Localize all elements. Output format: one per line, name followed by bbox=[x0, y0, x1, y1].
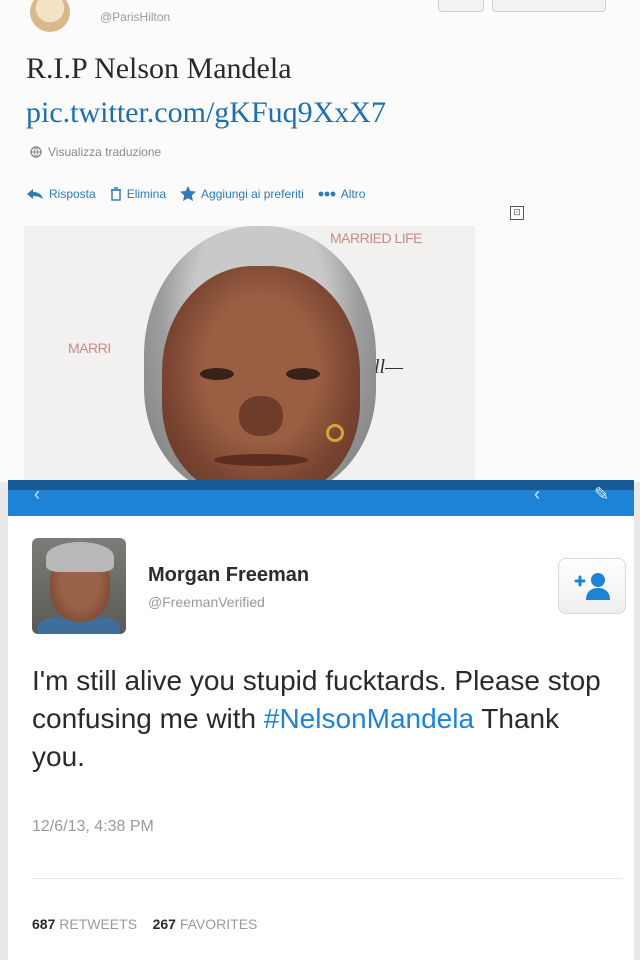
favorite-label: Aggiungi ai preferiti bbox=[201, 186, 304, 201]
user-name[interactable]: Morgan Freeman bbox=[148, 564, 309, 587]
more-label: Altro bbox=[340, 186, 366, 201]
favorites-label: FAVORITES bbox=[179, 916, 258, 932]
favorites-stat[interactable]: 267 FAVORITES bbox=[153, 916, 258, 932]
favorite-button[interactable]: Aggiungi ai preferiti bbox=[180, 186, 304, 201]
earring-icon bbox=[326, 424, 344, 442]
portrait-face bbox=[162, 266, 360, 482]
avatar-hair bbox=[46, 542, 114, 572]
reply-button[interactable]: Risposta bbox=[26, 187, 96, 201]
freeman-tweet: Morgan Freeman @FreemanVerified I'm stil… bbox=[8, 516, 634, 960]
bar-shadow bbox=[8, 480, 634, 490]
retweets-label: RETWEETS bbox=[59, 916, 138, 932]
more-icon bbox=[318, 191, 336, 196]
header-button[interactable] bbox=[438, 0, 484, 12]
user-handle[interactable]: @FreemanVerified bbox=[148, 594, 265, 610]
tweet-photo[interactable]: MARRIED LIFE MARRI h h.ll— bbox=[24, 226, 475, 482]
follow-button[interactable] bbox=[558, 558, 626, 614]
globe-icon bbox=[30, 146, 42, 158]
portrait-eye bbox=[286, 368, 320, 380]
reply-label: Risposta bbox=[49, 186, 96, 201]
star-icon bbox=[180, 186, 197, 201]
tweet-text: R.I.P Nelson Mandela bbox=[26, 52, 292, 85]
divider bbox=[32, 878, 622, 879]
photo-caption: MARRI bbox=[68, 340, 111, 356]
retweets-count: 687 bbox=[32, 916, 56, 932]
translate-link[interactable]: Visualizza traduzione bbox=[30, 145, 161, 159]
delete-label: Elimina bbox=[126, 186, 167, 201]
avatar[interactable] bbox=[32, 538, 126, 634]
compose-icon[interactable]: ✎ bbox=[594, 484, 609, 505]
paris-tweet: @ParisHilton R.I.P Nelson Mandela pic.tw… bbox=[0, 0, 640, 482]
trash-icon bbox=[110, 186, 121, 201]
tweet-actions: Risposta Elimina Aggiungi ai preferiti A… bbox=[26, 186, 379, 201]
back-icon[interactable]: ‹ bbox=[34, 484, 40, 505]
expand-icon[interactable]: ⊡ bbox=[510, 206, 524, 220]
translate-label: Visualizza traduzione bbox=[48, 145, 162, 159]
add-user-icon bbox=[574, 573, 610, 600]
delete-button[interactable]: Elimina bbox=[110, 187, 166, 201]
portrait-nose bbox=[239, 396, 283, 436]
reply-icon bbox=[27, 188, 43, 199]
tweet-text: I'm still alive you stupid fucktards. Pl… bbox=[32, 662, 612, 776]
portrait-mouth bbox=[214, 454, 308, 466]
nav-bar: ‹ ‹ ✎ bbox=[8, 480, 634, 516]
tweet-handle[interactable]: @ParisHilton bbox=[100, 10, 170, 24]
tweet-timestamp[interactable]: 12/6/13, 4:38 PM bbox=[32, 818, 154, 836]
avatar[interactable] bbox=[30, 0, 70, 32]
retweets-stat[interactable]: 687 RETWEETS bbox=[32, 916, 137, 932]
hashtag-link[interactable]: #NelsonMandela bbox=[264, 703, 474, 734]
tweet-link[interactable]: pic.twitter.com/gKFuq9XxX7 bbox=[26, 96, 386, 130]
chevron-icon[interactable]: ‹ bbox=[534, 484, 540, 505]
portrait-eye bbox=[200, 368, 234, 380]
photo-caption: MARRIED LIFE bbox=[330, 230, 423, 246]
header-button[interactable] bbox=[492, 0, 606, 12]
favorites-count: 267 bbox=[152, 916, 176, 932]
tweet-stats: 687 RETWEETS 267 FAVORITES bbox=[32, 916, 257, 932]
more-button[interactable]: Altro bbox=[318, 186, 366, 201]
